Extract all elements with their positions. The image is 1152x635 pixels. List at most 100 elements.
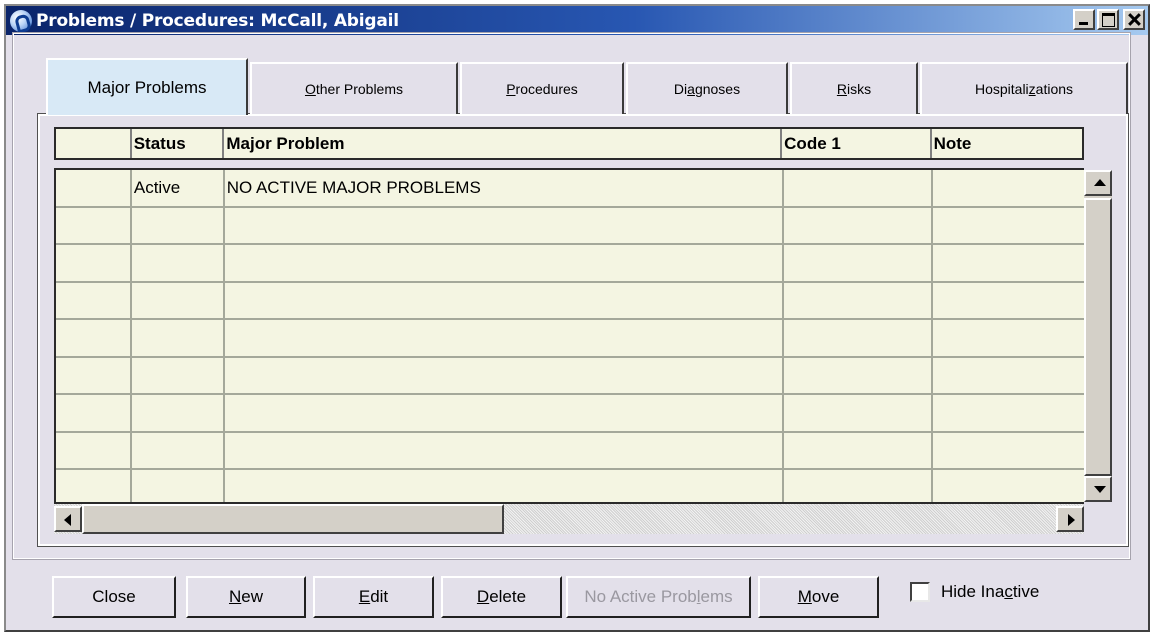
row-indicator-cell[interactable] xyxy=(56,170,132,206)
problems-grid: Active NO ACTIVE MAJOR PROBLEMS xyxy=(54,168,1084,504)
edit-button-label: Edit xyxy=(358,587,389,606)
note-cell[interactable] xyxy=(933,358,1084,394)
code-1-cell[interactable] xyxy=(784,470,934,502)
table-row[interactable] xyxy=(56,432,1084,470)
row-indicator-cell[interactable] xyxy=(56,320,132,356)
code-1-cell[interactable] xyxy=(784,357,934,393)
row-indicator-cell[interactable] xyxy=(56,432,132,468)
tab-other-problems[interactable]: Other Problems xyxy=(250,62,458,114)
delete-button[interactable]: Delete xyxy=(441,576,562,618)
table-row[interactable] xyxy=(56,245,1084,283)
note-cell[interactable] xyxy=(933,208,1084,244)
delete-button-label: Delete xyxy=(476,587,527,606)
minimize-icon[interactable] xyxy=(1073,9,1095,30)
tab-hospitalizations[interactable]: Hospitalizations xyxy=(920,62,1128,114)
status-cell[interactable] xyxy=(132,207,225,243)
note-cell[interactable] xyxy=(933,320,1084,356)
close-button-label: Close xyxy=(92,587,136,606)
status-cell[interactable] xyxy=(132,320,225,356)
horizontal-scrollbar[interactable] xyxy=(54,504,1084,534)
status-cell[interactable] xyxy=(132,245,225,281)
scroll-right-icon[interactable] xyxy=(1056,506,1084,532)
tab-procedures[interactable]: Procedures xyxy=(460,62,624,114)
note-cell[interactable] xyxy=(933,395,1084,431)
code-1-cell[interactable] xyxy=(784,395,934,431)
status-cell[interactable]: Active xyxy=(132,170,225,206)
row-indicator-cell[interactable] xyxy=(56,207,132,243)
column-header-major-problem[interactable]: Major Problem xyxy=(224,129,783,158)
row-indicator-cell[interactable] xyxy=(56,245,132,281)
table-row[interactable] xyxy=(56,320,1084,358)
table-row[interactable] xyxy=(56,395,1084,433)
close-icon[interactable] xyxy=(1123,9,1145,30)
hide-inactive-label: Hide Inactive xyxy=(941,582,1040,601)
row-indicator-cell[interactable] xyxy=(56,282,132,318)
status-cell[interactable] xyxy=(132,395,225,431)
hide-inactive-toggle[interactable]: Hide Inactive xyxy=(910,582,1039,602)
major-problem-cell[interactable] xyxy=(225,470,784,502)
code-1-cell[interactable] xyxy=(784,170,934,206)
no-active-problems-label: No Active Problems xyxy=(584,587,733,606)
maximize-icon[interactable] xyxy=(1097,9,1119,30)
table-row[interactable] xyxy=(56,207,1084,245)
title-bar[interactable]: Problems / Procedures: McCall, Abigail xyxy=(6,6,1148,35)
status-cell[interactable] xyxy=(132,357,225,393)
vertical-scroll-thumb[interactable] xyxy=(1084,198,1112,476)
note-cell[interactable] xyxy=(933,470,1084,502)
horizontal-scroll-thumb[interactable] xyxy=(82,504,504,534)
window-title: Problems / Procedures: McCall, Abigail xyxy=(36,10,399,31)
major-problem-cell[interactable] xyxy=(225,245,784,281)
status-cell[interactable] xyxy=(132,470,225,502)
major-problem-cell[interactable] xyxy=(225,207,784,243)
row-indicator-cell[interactable] xyxy=(56,395,132,431)
major-problem-cell[interactable]: NO ACTIVE MAJOR PROBLEMS xyxy=(225,170,784,206)
major-problem-cell[interactable] xyxy=(225,320,784,356)
table-row[interactable] xyxy=(56,282,1084,320)
grid-header: Status Major Problem Code 1 Note xyxy=(54,127,1084,160)
code-1-cell[interactable] xyxy=(784,245,934,281)
column-header-status[interactable]: Status xyxy=(132,129,225,158)
major-problem-cell[interactable] xyxy=(225,395,784,431)
note-cell[interactable] xyxy=(933,170,1084,206)
status-cell[interactable] xyxy=(132,432,225,468)
no-active-problems-button[interactable]: No Active Problems xyxy=(566,576,751,618)
table-row[interactable]: Active NO ACTIVE MAJOR PROBLEMS xyxy=(56,170,1084,208)
tab-label: Diagnoses xyxy=(673,81,741,97)
table-row[interactable] xyxy=(56,357,1084,395)
scroll-up-icon[interactable] xyxy=(1084,170,1112,196)
column-header-row-indicator[interactable] xyxy=(56,129,132,158)
major-problem-cell[interactable] xyxy=(225,282,784,318)
table-row[interactable] xyxy=(56,470,1084,502)
vertical-scrollbar[interactable] xyxy=(1084,170,1112,502)
hide-inactive-checkbox[interactable] xyxy=(910,582,930,602)
column-header-note[interactable]: Note xyxy=(932,129,1082,158)
tab-risks[interactable]: Risks xyxy=(790,62,918,114)
code-1-cell[interactable] xyxy=(784,207,934,243)
edit-button[interactable]: Edit xyxy=(313,576,434,618)
app-logo-icon xyxy=(10,9,32,32)
tab-diagnoses[interactable]: Diagnoses xyxy=(626,62,788,114)
tab-major-problems[interactable]: Major Problems xyxy=(46,58,248,115)
major-problem-cell[interactable] xyxy=(225,432,784,468)
row-indicator-cell[interactable] xyxy=(56,357,132,393)
code-1-cell[interactable] xyxy=(784,320,934,356)
new-button[interactable]: New xyxy=(186,576,306,618)
note-cell[interactable] xyxy=(933,433,1084,469)
column-header-code-1[interactable]: Code 1 xyxy=(782,129,932,158)
major-problem-cell[interactable] xyxy=(225,357,784,393)
window-controls xyxy=(1073,9,1145,30)
status-cell[interactable] xyxy=(132,282,225,318)
row-indicator-cell[interactable] xyxy=(56,470,132,502)
code-1-cell[interactable] xyxy=(784,282,934,318)
tab-label: Procedures xyxy=(506,81,578,97)
scroll-down-icon[interactable] xyxy=(1084,476,1112,502)
close-button[interactable]: Close xyxy=(52,576,176,618)
tab-label: Other Problems xyxy=(304,81,404,97)
scroll-left-icon[interactable] xyxy=(54,506,82,532)
move-button[interactable]: Move xyxy=(758,576,879,618)
note-cell[interactable] xyxy=(933,283,1084,319)
tab-label: Hospitalizations xyxy=(974,81,1074,97)
note-cell[interactable] xyxy=(933,245,1084,281)
code-1-cell[interactable] xyxy=(784,432,934,468)
tab-label: Major Problems xyxy=(87,77,207,97)
